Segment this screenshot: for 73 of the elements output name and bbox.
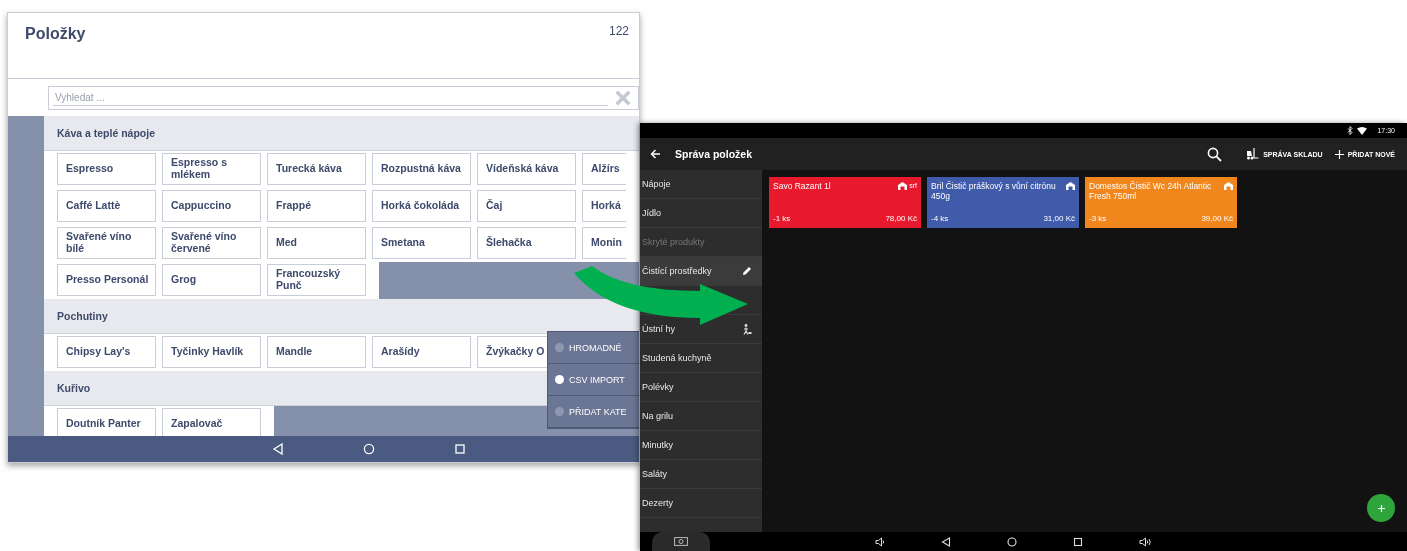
menu-item[interactable]: HROMADNÉ <box>548 332 639 364</box>
search-field[interactable]: Vyhledat ... <box>48 85 639 110</box>
category-item[interactable]: Jídlo <box>640 199 762 228</box>
bluetooth-icon <box>1347 126 1354 135</box>
product-name: Bril Čistič práškový s vůní citrónu 450g <box>931 182 1057 202</box>
forklift-icon <box>1246 148 1260 160</box>
item-tile[interactable]: Šlehačka <box>477 227 576 259</box>
item-tile[interactable]: Svařené víno bílé <box>57 227 156 259</box>
menu-item[interactable]: CSV IMPORT <box>548 364 639 396</box>
item-tile[interactable]: Cappuccino <box>162 190 261 222</box>
plus-icon <box>1334 149 1344 159</box>
product-name: Domestos Čistič Wc 24h Atlantic Fresh 750ml <box>1089 182 1213 202</box>
recents-icon[interactable] <box>1073 536 1083 547</box>
product-price: 31,00 Kč <box>1043 214 1075 223</box>
item-tile[interactable]: Alžírs <box>582 153 626 185</box>
page-title: Položky <box>25 25 86 43</box>
item-tile[interactable]: Med <box>267 227 366 259</box>
item-tile[interactable]: Mandle <box>267 336 366 368</box>
screenshot-button[interactable] <box>652 532 710 551</box>
search-icon[interactable] <box>1207 146 1223 162</box>
item-tile[interactable]: Smetana <box>372 227 471 259</box>
camera-icon <box>674 537 688 546</box>
menu-item[interactable]: PŘIDAT KATE <box>548 396 639 428</box>
category-item[interactable]: Polévky <box>640 373 762 402</box>
category-item[interactable]: Studená kuchyně <box>640 344 762 373</box>
volume-up-icon[interactable] <box>1139 536 1152 547</box>
item-tile[interactable]: Monin <box>582 227 626 259</box>
product-price: 78,00 Kč <box>885 214 917 223</box>
category-header[interactable]: Pochutiny <box>44 299 639 334</box>
category-item[interactable]: Čistící prostředky <box>640 257 762 286</box>
plus-icon <box>1377 504 1385 512</box>
category-item[interactable]: Minutky <box>640 431 762 460</box>
stock-count: -4 ks <box>931 214 949 223</box>
item-tile[interactable]: Čaj <box>477 190 576 222</box>
item-count: 122 <box>608 24 629 38</box>
product-name: Savo Razant 1l <box>773 182 832 192</box>
stock-count: -1 ks <box>773 214 791 223</box>
category-item[interactable]: Saláty <box>640 460 762 489</box>
item-tile[interactable]: Espresso s mlékem <box>162 153 261 185</box>
item-tile[interactable]: Rozpustná káva <box>372 153 471 185</box>
back-arrow-icon[interactable] <box>650 149 661 159</box>
screen-title: Správa položek <box>675 148 753 160</box>
item-tile[interactable]: Caffé Lattè <box>57 190 156 222</box>
store-icon <box>1066 182 1075 190</box>
item-tile[interactable]: Svařené víno červené <box>162 227 261 259</box>
home-icon[interactable] <box>1007 536 1017 547</box>
item-tile[interactable]: Horká čokoláda <box>372 190 471 222</box>
volume-down-icon[interactable] <box>875 536 885 547</box>
pencil-icon[interactable] <box>742 266 752 276</box>
item-tile[interactable]: Turecká káva <box>267 153 366 185</box>
item-tile[interactable]: Frappé <box>267 190 366 222</box>
item-tile[interactable]: Presso Personál <box>57 264 156 296</box>
item-tile[interactable]: Francouzský Punč <box>267 264 366 296</box>
store-icon <box>1224 182 1233 190</box>
category-header[interactable]: Káva a teplé nápoje <box>44 116 639 151</box>
category-item[interactable]: Dezerty <box>640 489 762 518</box>
back-icon[interactable] <box>941 536 951 547</box>
stock-count: -3 ks <box>1089 214 1107 223</box>
item-tile[interactable]: Grog <box>162 264 261 296</box>
product-card[interactable]: Bril Čistič práškový s vůní citrónu 450g -4 ks 31,00 Kč <box>927 177 1079 228</box>
category-item[interactable]: Na grilu <box>640 402 762 431</box>
product-price: 39,00 Kč <box>1201 214 1233 223</box>
store-icon <box>898 182 908 190</box>
item-tile[interactable]: Arašídy <box>372 336 471 368</box>
item-tile[interactable]: Horká <box>582 190 626 222</box>
item-tile[interactable]: Tyčinky Havlík <box>162 336 261 368</box>
category-item[interactable]: Nápoje <box>640 170 762 199</box>
item-tile[interactable]: Chipsy Lay's <box>57 336 156 368</box>
item-tile[interactable]: Espresso <box>57 153 156 185</box>
item-tile[interactable]: Vídeňská káva <box>477 153 576 185</box>
person-icon <box>742 323 752 335</box>
add-fab[interactable] <box>1367 494 1395 522</box>
wifi-icon <box>1357 126 1368 135</box>
